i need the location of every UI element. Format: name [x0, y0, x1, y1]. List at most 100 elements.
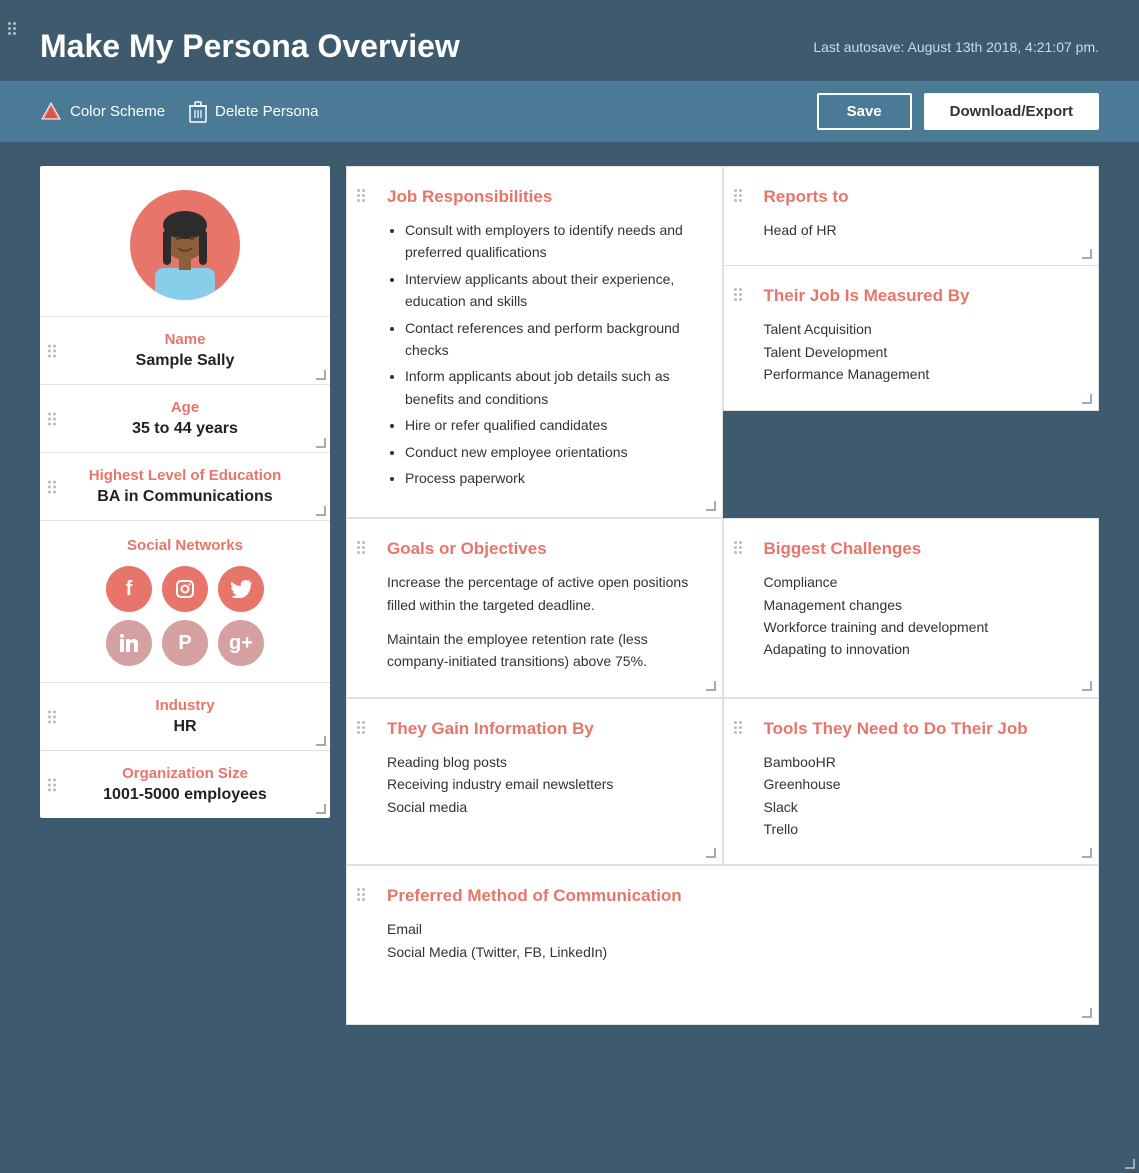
twitter-svg [230, 580, 252, 598]
industry-block: Industry HR [40, 683, 330, 751]
drag-handle-goals [357, 541, 365, 554]
gain-info-card: They Gain Information By Reading blog po… [346, 698, 723, 866]
resize-handle-goals[interactable] [706, 681, 716, 691]
job-responsibilities-content: Consult with employers to identify needs… [387, 219, 698, 489]
cards-grid-lower: They Gain Information By Reading blog po… [346, 698, 1099, 866]
resize-handle-industry[interactable] [316, 736, 326, 746]
list-item: Social media [387, 796, 698, 818]
goals-card: Goals or Objectives Increase the percent… [346, 518, 723, 698]
age-block: Age 35 to 44 years [40, 385, 330, 453]
age-label: Age [56, 399, 314, 416]
facebook-icon[interactable]: f [106, 566, 152, 612]
delete-persona-label: Delete Persona [215, 103, 318, 120]
goals-title: Goals or Objectives [387, 539, 698, 559]
list-item: Talent Development [764, 341, 1075, 363]
color-scheme-icon [40, 101, 62, 123]
education-block: Highest Level of Education BA in Communi… [40, 453, 330, 521]
tools-card: Tools They Need to Do Their Job BambooHR… [723, 698, 1100, 866]
challenges-card: Biggest Challenges Compliance Management… [723, 518, 1100, 698]
googleplus-icon[interactable]: g+ [218, 620, 264, 666]
avatar-section [40, 166, 330, 317]
list-item: Greenhouse [764, 773, 1075, 795]
org-size-label: Organization Size [56, 765, 314, 782]
drag-handle-measured [734, 288, 742, 301]
social-row-1: f [106, 566, 264, 612]
list-item: Performance Management [764, 363, 1075, 385]
list-item: Interview applicants about their experie… [405, 268, 698, 313]
reports-to-title: Reports to [764, 187, 1075, 207]
pinterest-icon[interactable]: P [162, 620, 208, 666]
list-item: Trello [764, 818, 1075, 840]
tools-title: Tools They Need to Do Their Job [764, 719, 1075, 739]
industry-value: HR [56, 718, 314, 736]
resize-handle-gain-info[interactable] [706, 848, 716, 858]
right-top-stack: Reports to Head of HR Their Job Is Measu… [723, 166, 1100, 518]
job-responsibilities-title: Job Responsibilities [387, 187, 698, 207]
list-item: Social Media (Twitter, FB, LinkedIn) [387, 941, 1074, 963]
resize-handle-measured[interactable] [1082, 394, 1092, 404]
list-item: Consult with employers to identify needs… [405, 219, 698, 264]
industry-label: Industry [56, 697, 314, 714]
resize-handle-tools[interactable] [1082, 848, 1092, 858]
education-label: Highest Level of Education [56, 467, 314, 484]
cards-grid-top: Job Responsibilities Consult with employ… [346, 166, 1099, 518]
cards-grid-bottom: Preferred Method of Communication Email … [346, 865, 1099, 1025]
challenges-title: Biggest Challenges [764, 539, 1075, 559]
resize-handle-reports[interactable] [1082, 249, 1092, 259]
color-scheme-label: Color Scheme [70, 103, 165, 120]
job-responsibilities-card: Job Responsibilities Consult with employ… [346, 166, 723, 518]
main-content: Name Sample Sally Age 35 to 44 years Hig… [0, 142, 1139, 1049]
download-button[interactable]: Download/Export [924, 93, 1099, 130]
linkedin-svg [119, 633, 139, 653]
list-item: Process paperwork [405, 467, 698, 489]
save-button[interactable]: Save [817, 93, 912, 130]
page-title: Make My Persona Overview [40, 28, 460, 65]
goals-para2: Maintain the employee retention rate (le… [387, 628, 698, 673]
gain-info-title: They Gain Information By [387, 719, 698, 739]
tools-content: BambooHR Greenhouse Slack Trello [764, 751, 1075, 841]
resize-handle-communication[interactable] [1082, 1008, 1092, 1018]
social-row-2: P g+ [106, 620, 264, 666]
drag-handle-tools [734, 721, 742, 734]
education-value: BA in Communications [56, 488, 314, 506]
toolbar-left: Color Scheme Delete Persona [40, 101, 793, 123]
list-item: Workforce training and development [764, 616, 1075, 638]
resize-handle-age[interactable] [316, 438, 326, 448]
drag-handle-reports [734, 189, 742, 202]
list-item: BambooHR [764, 751, 1075, 773]
list-item: Email [387, 918, 1074, 940]
job-measured-title: Their Job Is Measured By [764, 286, 1075, 306]
org-size-block: Organization Size 1001-5000 employees [40, 751, 330, 818]
list-item: Reading blog posts [387, 751, 698, 773]
autosave-text: Last autosave: August 13th 2018, 4:21:07… [813, 39, 1099, 55]
job-measured-content: Talent Acquisition Talent Development Pe… [764, 318, 1075, 385]
goals-content: Increase the percentage of active open p… [387, 571, 698, 673]
twitter-icon[interactable] [218, 566, 264, 612]
resize-handle-job-resp[interactable] [706, 501, 716, 511]
resize-handle-challenges[interactable] [1082, 681, 1092, 691]
list-item: Inform applicants about job details such… [405, 365, 698, 410]
delete-persona-button[interactable]: Delete Persona [189, 101, 318, 123]
resize-handle-org-size[interactable] [316, 804, 326, 814]
resize-handle-name[interactable] [316, 370, 326, 380]
drag-handle-communication [357, 888, 365, 901]
communication-title: Preferred Method of Communication [387, 886, 1074, 906]
name-block: Name Sample Sally [40, 317, 330, 385]
avatar-image [135, 200, 235, 300]
name-value: Sample Sally [56, 352, 314, 370]
drag-handle-job-resp [357, 189, 365, 202]
color-scheme-button[interactable]: Color Scheme [40, 101, 165, 123]
header: Make My Persona Overview Last autosave: … [0, 0, 1139, 81]
social-icons-grid: f [56, 566, 314, 666]
linkedin-icon[interactable] [106, 620, 152, 666]
toolbar: Color Scheme Delete Persona Save Downloa… [0, 81, 1139, 142]
instagram-icon[interactable] [162, 566, 208, 612]
social-networks-block: Social Networks f [40, 521, 330, 683]
drag-handle-gain-info [357, 721, 365, 734]
list-item: Adapating to innovation [764, 638, 1075, 660]
resize-handle-education[interactable] [316, 506, 326, 516]
avatar [130, 190, 240, 300]
communication-content: Email Social Media (Twitter, FB, LinkedI… [387, 918, 1074, 963]
age-value: 35 to 44 years [56, 420, 314, 438]
social-networks-label: Social Networks [56, 537, 314, 554]
